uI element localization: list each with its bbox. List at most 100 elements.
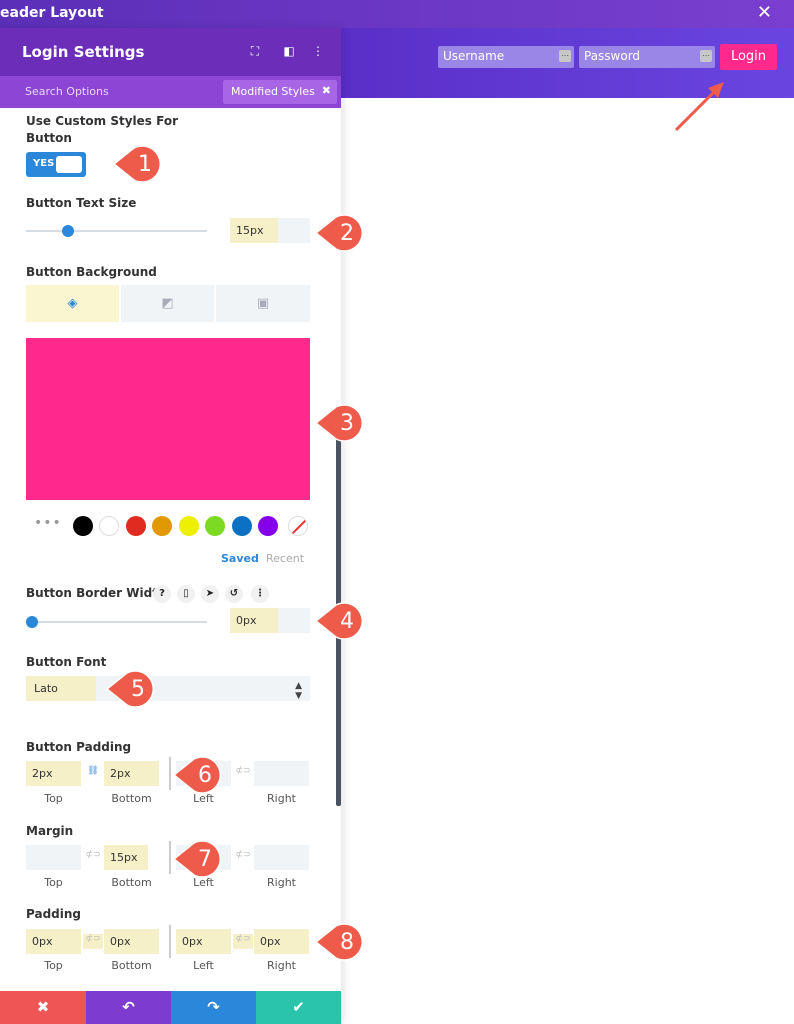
padding-side-labels: Top Bottom Left Right — [26, 959, 310, 973]
more-icon[interactable]: ⋮ — [251, 585, 269, 603]
annotation-marker: 7 — [172, 839, 228, 879]
unlink-icon[interactable]: ⊄⊃ — [233, 850, 253, 865]
margin-fields: ⊄⊃ 15px ⊄⊃ — [26, 841, 310, 874]
custom-styles-label-line1: Use Custom Styles For — [26, 114, 179, 128]
side-label-bottom: Bottom — [111, 792, 152, 805]
recent-colors-tab[interactable]: Recent — [266, 552, 304, 565]
modified-styles-filter[interactable]: Modified Styles ✖ — [223, 80, 337, 104]
color-swatch[interactable] — [126, 516, 146, 536]
padding-top[interactable]: 0px — [26, 929, 81, 954]
unlink-icon[interactable]: ⊄⊃ — [83, 934, 103, 949]
border-width-value-field[interactable]: 0px — [230, 608, 310, 633]
annotation-marker: 8 — [314, 922, 370, 962]
paint-bucket-icon: ◈ — [67, 296, 78, 311]
marker-number: 1 — [138, 152, 152, 177]
undo-button[interactable]: ↶ — [86, 991, 171, 1024]
image-tab[interactable]: ▣ — [216, 285, 310, 322]
marker-number: 3 — [340, 411, 354, 436]
redo-button[interactable]: ↷ — [171, 991, 256, 1024]
more-icon[interactable]: ⋮ — [310, 43, 326, 59]
divider — [169, 925, 171, 958]
key-icon: ⋯ — [559, 50, 571, 62]
custom-styles-label-line2: Button — [26, 131, 72, 145]
toggle-knob — [56, 156, 82, 173]
color-swatch[interactable] — [73, 516, 93, 536]
border-width-slider[interactable] — [26, 621, 207, 623]
panel-footer: ✖ ↶ ↷ ✔ — [0, 991, 341, 1024]
margin-right[interactable] — [254, 845, 309, 870]
link-icon[interactable]: ⛓ — [83, 766, 103, 781]
marker-number: 2 — [340, 221, 354, 246]
padding-left[interactable]: 0px — [176, 929, 231, 954]
padding-label: Padding — [26, 907, 81, 921]
cancel-button[interactable]: ✖ — [0, 991, 86, 1024]
save-button[interactable]: ✔ — [256, 991, 341, 1024]
margin-bottom[interactable]: 15px — [104, 845, 148, 870]
padding-bottom[interactable]: 0px — [104, 929, 159, 954]
help-icon[interactable]: ? — [153, 585, 171, 603]
color-swatch[interactable] — [232, 516, 252, 536]
color-swatch[interactable] — [152, 516, 172, 536]
annotation-arrow — [674, 82, 724, 132]
saved-colors-tab[interactable]: Saved — [221, 552, 259, 565]
color-fill-tab[interactable]: ◈ — [26, 285, 119, 322]
check-icon: ✔ — [292, 998, 305, 1016]
reset-icon[interactable]: ↺ — [225, 585, 243, 603]
text-size-slider[interactable] — [26, 230, 207, 232]
side-label-right: Right — [267, 876, 296, 889]
side-label-top: Top — [44, 792, 63, 805]
panel-header: Login Settings ⛶ ◧ ⋮ — [0, 28, 341, 76]
annotation-marker: 5 — [105, 669, 161, 709]
color-swatch[interactable] — [258, 516, 278, 536]
unlink-icon[interactable]: ⊄⊃ — [233, 934, 253, 949]
panel-search-bar: Search Options Modified Styles ✖ — [0, 76, 341, 108]
marker-number: 8 — [340, 930, 354, 955]
close-icon[interactable]: ✖ — [322, 84, 331, 97]
button-padding-bottom[interactable]: 2px — [104, 761, 159, 786]
search-options-input[interactable]: Search Options — [25, 85, 109, 98]
side-label-right: Right — [267, 792, 296, 805]
unlink-icon[interactable]: ⊄⊃ — [233, 766, 253, 781]
hover-cursor-icon[interactable]: ➤ — [201, 585, 219, 603]
margin-top[interactable] — [26, 845, 81, 870]
divider — [169, 757, 171, 790]
margin-label: Margin — [26, 824, 74, 838]
button-padding-right[interactable] — [254, 761, 309, 786]
border-width-slider-knob[interactable] — [26, 616, 38, 628]
preview-password-input[interactable]: Password ⋯ — [579, 46, 715, 68]
color-swatch[interactable] — [99, 516, 119, 536]
more-colors-icon[interactable]: ••• — [34, 515, 62, 531]
color-swatch[interactable] — [205, 516, 225, 536]
window-title: eader Layout — [0, 5, 104, 21]
builder-screen: { "window": {"title": "eader Layout", "c… — [0, 0, 794, 1024]
background-type-tabs: ◈ ◩ ▣ — [26, 285, 310, 322]
undo-icon: ↶ — [122, 998, 135, 1016]
builder-top-bar: eader Layout ✕ — [0, 0, 794, 28]
no-color-swatch[interactable] — [288, 516, 308, 536]
annotation-marker: 2 — [314, 213, 370, 253]
padding-right[interactable]: 0px — [254, 929, 309, 954]
close-icon[interactable]: ✕ — [757, 3, 772, 23]
preview-username-input[interactable]: Username ⋯ — [438, 46, 574, 68]
columns-icon[interactable]: ◧ — [281, 43, 297, 59]
text-size-label: Button Text Size — [26, 196, 137, 210]
toggle-value: YES — [33, 158, 55, 169]
border-width-value: 0px — [230, 608, 278, 633]
background-color-preview[interactable] — [26, 338, 310, 500]
focus-icon[interactable]: ⛶ — [247, 43, 263, 59]
marker-number: 7 — [198, 847, 212, 872]
mobile-icon[interactable]: ▯ — [177, 585, 195, 603]
font-label: Button Font — [26, 655, 107, 669]
button-padding-top[interactable]: 2px — [26, 761, 81, 786]
preview-login-button[interactable]: Login — [720, 44, 777, 70]
gradient-tab[interactable]: ◩ — [121, 285, 214, 322]
color-swatch[interactable] — [179, 516, 199, 536]
username-placeholder: Username — [443, 49, 505, 63]
button-padding-side-labels: Top Bottom Left Right — [26, 792, 310, 806]
marker-number: 6 — [198, 763, 212, 788]
password-placeholder: Password — [584, 49, 641, 63]
text-size-value-field[interactable]: 15px — [230, 218, 310, 243]
unlink-icon[interactable]: ⊄⊃ — [83, 850, 103, 865]
custom-styles-toggle[interactable]: YES — [26, 152, 86, 177]
key-icon: ⋯ — [700, 50, 712, 62]
